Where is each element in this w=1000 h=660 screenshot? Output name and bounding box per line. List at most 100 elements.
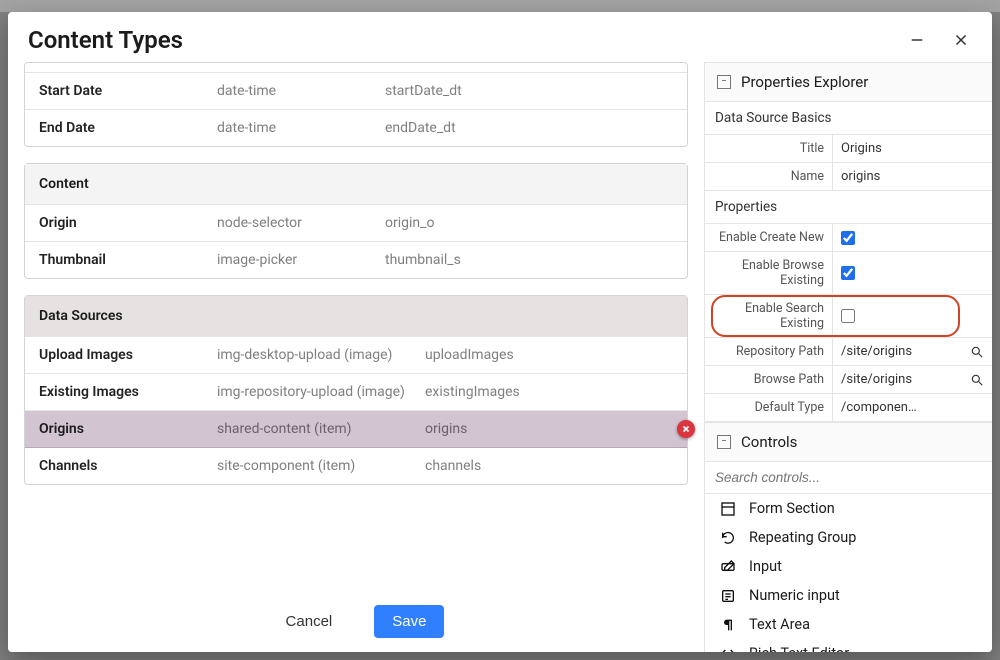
field-variable: thumbnail_s — [385, 252, 673, 268]
properties-subheader: Properties — [705, 191, 992, 224]
field-label: Origin — [39, 215, 209, 231]
field-variable: endDate_dt — [385, 120, 673, 136]
field-label: Thumbnail — [39, 252, 209, 268]
kv-enable-create-new: Enable Create New — [705, 224, 992, 252]
kv-repository-path: Repository Path /site/origins — [705, 338, 992, 366]
controls-list: Form Section Repeating Group Input Numer… — [705, 494, 992, 652]
collapse-icon: − — [717, 75, 731, 89]
kv-value[interactable]: /site/origins — [841, 344, 912, 359]
field-label: End Date — [39, 120, 209, 136]
control-label: Form Section — [749, 500, 835, 517]
ds-type: site-component (item) — [217, 458, 417, 474]
minimize-icon[interactable] — [908, 31, 926, 49]
field-type: date-time — [217, 120, 377, 136]
collapse-icon: − — [717, 435, 731, 449]
ds-label: Channels — [39, 458, 209, 474]
cancel-button[interactable]: Cancel — [268, 605, 351, 638]
form-designer-pane: Start Date date-time startDate_dt End Da… — [8, 62, 704, 652]
field-row-origin[interactable]: Origin node-selector origin_o — [25, 205, 687, 242]
kv-value[interactable]: /site/origins — [841, 372, 912, 387]
dialog-footer: Cancel Save — [8, 587, 704, 652]
content-fields-table: Content Origin node-selector origin_o Th… — [24, 163, 688, 279]
kv-default-type: Default Type /componen… — [705, 394, 992, 422]
ds-row-channels[interactable]: Channels site-component (item) channels — [25, 448, 687, 484]
background-toolbar — [0, 0, 1000, 12]
ds-variable: uploadImages — [425, 347, 673, 363]
control-form-section[interactable]: Form Section — [705, 494, 992, 523]
field-row-start-date[interactable]: Start Date date-time startDate_dt — [25, 73, 687, 110]
field-label: Start Date — [39, 83, 209, 99]
save-button[interactable]: Save — [374, 605, 444, 638]
ds-row-upload-images[interactable]: Upload Images img-desktop-upload (image)… — [25, 337, 687, 374]
kv-key: Enable Create New — [705, 224, 833, 251]
ds-variable: channels — [425, 458, 673, 474]
dialog-window-actions — [908, 31, 970, 49]
control-rich-text-editor[interactable]: Rich Text Editor — [705, 639, 992, 652]
date-fields-table: Start Date date-time startDate_dt End Da… — [24, 62, 688, 147]
ds-label: Upload Images — [39, 347, 209, 363]
repeat-icon — [719, 530, 737, 546]
kv-name: Name origins — [705, 163, 992, 191]
enable-create-new-checkbox[interactable] — [841, 231, 855, 245]
kv-title: Title Origins — [705, 135, 992, 163]
kv-value[interactable]: /componen… — [841, 400, 917, 415]
enable-search-existing-checkbox[interactable] — [841, 309, 855, 323]
field-variable: startDate_dt — [385, 83, 673, 99]
ds-variable: existingImages — [425, 384, 673, 400]
kv-value[interactable]: origins — [833, 163, 992, 190]
field-row-thumbnail[interactable]: Thumbnail image-picker thumbnail_s — [25, 242, 687, 278]
ds-label: Existing Images — [39, 384, 209, 400]
kv-enable-search-existing: Enable Search Existing — [705, 295, 992, 338]
search-icon[interactable] — [970, 345, 984, 359]
numeric-icon — [719, 588, 737, 604]
kv-key: Default Type — [705, 394, 833, 421]
ds-type: img-desktop-upload (image) — [217, 347, 417, 363]
delete-ds-button[interactable] — [677, 420, 695, 438]
right-panel: − Properties Explorer Data Source Basics… — [704, 62, 992, 652]
paragraph-icon — [719, 617, 737, 633]
field-row-end-date[interactable]: End Date date-time endDate_dt — [25, 110, 687, 146]
kv-enable-browse-existing: Enable Browse Existing — [705, 252, 992, 295]
ds-variable: origins — [425, 421, 673, 437]
data-sources-table: Data Sources Upload Images img-desktop-u… — [24, 295, 688, 485]
control-label: Rich Text Editor — [749, 645, 849, 652]
ds-label: Origins — [39, 421, 209, 437]
kv-value[interactable]: Origins — [833, 135, 992, 162]
dialog-header: Content Types — [8, 12, 992, 62]
basics-subheader: Data Source Basics — [705, 102, 992, 135]
content-types-dialog: Content Types Start Date date-time start… — [8, 12, 992, 652]
field-type: date-time — [217, 83, 377, 99]
controls-search-input[interactable] — [705, 462, 992, 494]
properties-explorer-header[interactable]: − Properties Explorer — [705, 62, 992, 102]
kv-key: Enable Search Existing — [705, 295, 833, 337]
section-header-data-sources: Data Sources — [25, 296, 687, 337]
close-icon[interactable] — [952, 31, 970, 49]
kv-key: Title — [705, 135, 833, 162]
input-icon — [719, 559, 737, 575]
control-input[interactable]: Input — [705, 552, 992, 581]
properties-explorer-title: Properties Explorer — [741, 73, 868, 91]
controls-header[interactable]: − Controls — [705, 422, 992, 462]
ds-type: shared-content (item) — [217, 421, 417, 437]
control-numeric-input[interactable]: Numeric input — [705, 581, 992, 610]
enable-browse-existing-checkbox[interactable] — [841, 266, 855, 280]
kv-browse-path: Browse Path /site/origins — [705, 366, 992, 394]
control-label: Text Area — [749, 616, 810, 633]
control-text-area[interactable]: Text Area — [705, 610, 992, 639]
control-repeating-group[interactable]: Repeating Group — [705, 523, 992, 552]
control-label: Input — [749, 558, 782, 575]
ds-row-existing-images[interactable]: Existing Images img-repository-upload (i… — [25, 374, 687, 411]
kv-key: Repository Path — [705, 338, 833, 365]
field-type: node-selector — [217, 215, 377, 231]
kv-key: Name — [705, 163, 833, 190]
form-section-icon — [719, 501, 737, 517]
section-header-content: Content — [25, 164, 687, 205]
field-variable: origin_o — [385, 215, 673, 231]
ds-type: img-repository-upload (image) — [217, 384, 417, 400]
search-icon[interactable] — [970, 373, 984, 387]
table-partial-top — [25, 63, 687, 73]
kv-key: Browse Path — [705, 366, 833, 393]
ds-row-origins[interactable]: Origins shared-content (item) origins — [25, 411, 687, 448]
controls-title: Controls — [741, 433, 797, 451]
control-label: Numeric input — [749, 587, 840, 604]
